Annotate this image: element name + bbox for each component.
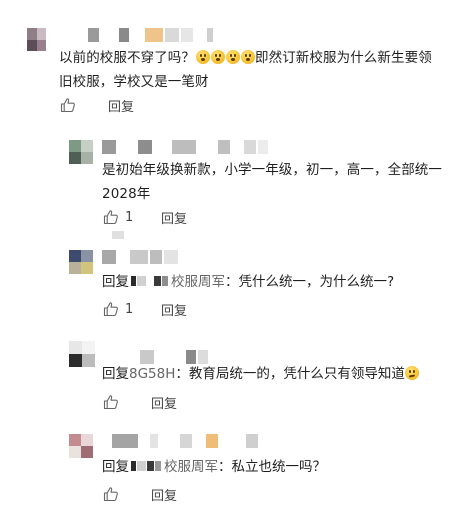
like-button[interactable] (103, 394, 119, 410)
comment-actions: 回复 (60, 96, 134, 115)
like-button[interactable] (103, 486, 119, 502)
comment-actions: 回复 (103, 393, 177, 412)
reply-comment-text: 回复8G58H：教育局统一的，凭什么只有领导知道 (102, 362, 420, 386)
comment-text: ：私立也统一吗？ (218, 459, 326, 475)
reply-button[interactable]: 回复 (161, 300, 187, 319)
smirk-face-icon (405, 366, 420, 380)
reply-prefix: 回复 (102, 274, 129, 290)
avatar[interactable] (27, 28, 46, 51)
astonished-face-icon (210, 50, 225, 64)
comment-text: ：凭什么统一，为什么统一? (225, 274, 395, 290)
astonished-face-icon (225, 50, 240, 64)
comment-text: 以前的校服不穿了吗？ 即然订新校服为什么新生要领旧校服，学校又是一笔财 (59, 46, 444, 94)
reply-button[interactable]: 回复 (108, 96, 134, 115)
avatar[interactable] (69, 341, 95, 367)
thumbs-up-icon (103, 487, 118, 502)
redacted-name (131, 455, 162, 479)
like-button[interactable] (60, 97, 76, 113)
reply-comment-text: 回复 校服周军：凭什么统一，为什么统一? (102, 270, 394, 294)
comment-actions: 回复 (103, 485, 177, 504)
comment-actions: 1 回复 (103, 300, 187, 319)
thumbs-up-icon (103, 302, 118, 317)
redacted-name (131, 270, 169, 294)
avatar[interactable] (69, 250, 93, 274)
comment-text: ：教育局统一的，凭什么只有领导知道 (175, 366, 405, 382)
avatar[interactable] (69, 434, 93, 458)
username-redacted (112, 231, 124, 239)
thumbs-up-icon (103, 210, 118, 225)
reply-target-name[interactable]: 8G58H (129, 366, 175, 382)
reply-comment-text: 回复 校服周军：私立也统一吗？ (102, 455, 326, 479)
comment-text: 是初始年级换新款，小学一年级，初一，高一，全部统一2028年 (102, 162, 442, 202)
like-button[interactable]: 1 (103, 301, 135, 317)
thumbs-up-icon (103, 395, 118, 410)
reply-button[interactable]: 回复 (151, 485, 177, 504)
like-button[interactable]: 1 (103, 209, 135, 225)
astonished-face-icon (195, 50, 210, 64)
username-redacted (88, 28, 213, 42)
reply-target-name[interactable]: 校服周军 (171, 274, 225, 290)
reply-button[interactable]: 回复 (151, 393, 177, 412)
avatar[interactable] (69, 140, 93, 164)
username-redacted (102, 250, 178, 264)
reply-prefix: 回复 (102, 459, 129, 475)
like-count: 1 (125, 301, 134, 317)
username-redacted (102, 140, 268, 154)
username-redacted (112, 434, 258, 448)
astonished-face-icon (240, 50, 255, 64)
reply-prefix: 回复 (102, 366, 129, 382)
comment-text-start: 以前的校服不穿了吗？ (59, 50, 195, 66)
thumbs-up-icon (60, 98, 75, 113)
comment-actions: 1 回复 (103, 208, 187, 227)
reply-button[interactable]: 回复 (161, 208, 187, 227)
like-count: 1 (125, 209, 134, 225)
reply-target-name[interactable]: 校服周军 (164, 459, 218, 475)
